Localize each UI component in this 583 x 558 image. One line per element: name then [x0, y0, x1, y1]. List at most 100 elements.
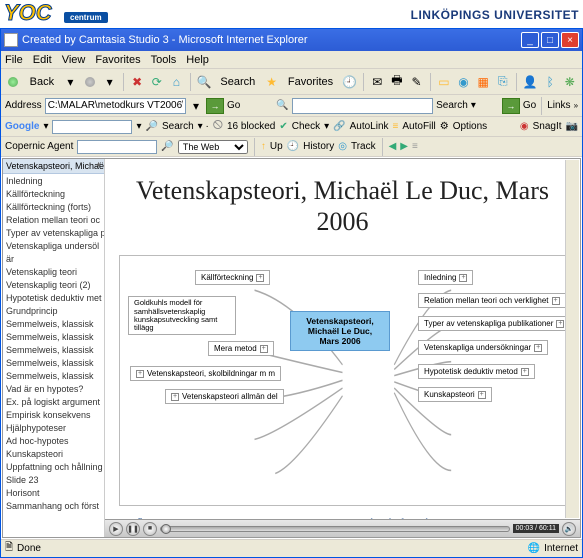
sidebar-item[interactable]: Grundprincip	[3, 304, 104, 317]
expand-icon[interactable]: +	[256, 274, 264, 282]
node-right-0[interactable]: Inledning+	[418, 270, 473, 285]
sidebar-item[interactable]: Vetenskaplig teori (2)	[3, 278, 104, 291]
close-button[interactable]: ×	[561, 32, 579, 48]
history-icon[interactable]: 🕘	[341, 72, 358, 92]
node-left-3[interactable]: +Vetenskapsteori, skolbildningar m m	[130, 366, 281, 381]
go-button-2[interactable]: →	[502, 98, 520, 114]
search-label[interactable]: Search	[215, 72, 260, 92]
node-right-4[interactable]: Hypotetisk deduktiv metod+	[418, 364, 535, 379]
node-right-1[interactable]: Relation mellan teori och verklighet+	[418, 293, 566, 308]
node-right-2[interactable]: Typer av vetenskapliga publikationer+	[418, 316, 570, 331]
sidebar-item[interactable]: Hjälphypoteser	[3, 421, 104, 434]
node-left-2[interactable]: Mera metod+	[208, 341, 274, 356]
volume-button[interactable]: 🔊	[562, 522, 576, 536]
sidebar-item[interactable]: Empirisk konsekvens	[3, 408, 104, 421]
sidebar-item[interactable]: Typer av vetenskapliga p	[3, 226, 104, 239]
node-right-3[interactable]: Vetenskapliga undersökningar+	[418, 340, 548, 355]
menu-file[interactable]: File	[5, 54, 23, 66]
google-autofill[interactable]: AutoFill	[402, 121, 435, 132]
expand-icon[interactable]: +	[136, 370, 144, 378]
google-check[interactable]: Check	[292, 121, 320, 132]
search-field-2[interactable]	[292, 98, 433, 114]
address-dropdown-icon[interactable]: ▾	[189, 96, 203, 116]
sync-icon[interactable]: ⎘	[494, 72, 511, 92]
sidebar-item[interactable]: är	[3, 252, 104, 265]
copernic-track[interactable]: Track	[351, 141, 376, 152]
search-label-2[interactable]: Search	[436, 100, 468, 111]
seek-thumb[interactable]	[161, 524, 171, 534]
copernic-input[interactable]	[77, 140, 157, 154]
expand-icon[interactable]: +	[534, 344, 542, 352]
expand-icon[interactable]: +	[459, 274, 467, 282]
expand-icon[interactable]: +	[556, 320, 564, 328]
google-blocked[interactable]: 16 blocked	[227, 121, 275, 132]
print-icon[interactable]: 🖶	[389, 72, 406, 92]
address-input[interactable]	[45, 98, 186, 114]
go-button[interactable]: →	[206, 98, 224, 114]
expand-icon[interactable]: +	[171, 393, 179, 401]
menu-edit[interactable]: Edit	[33, 54, 52, 66]
messenger-icon[interactable]: 👤	[522, 72, 539, 92]
back-button[interactable]	[5, 72, 22, 92]
google-search-btn[interactable]: Search	[162, 121, 194, 132]
node-left-0[interactable]: Källförteckning+	[195, 270, 270, 285]
sidebar-item[interactable]: Semmelweis, klassisk	[3, 356, 104, 369]
expand-icon[interactable]: +	[521, 368, 529, 376]
sidebar-item[interactable]: Relation mellan teori oc	[3, 213, 104, 226]
home-button[interactable]: ⌂	[168, 72, 185, 92]
msn-icon[interactable]: ◉	[455, 72, 472, 92]
sidebar-item[interactable]: Semmelweis, klassisk	[3, 317, 104, 330]
favorites-label[interactable]: Favorites	[283, 72, 338, 92]
pause-button[interactable]: ❚❚	[126, 522, 140, 536]
minimize-button[interactable]: _	[521, 32, 539, 48]
menu-tools[interactable]: Tools	[151, 54, 177, 66]
node-right-5[interactable]: Kunskapsteori+	[418, 387, 492, 402]
sidebar-item[interactable]: Sammanhang och först	[3, 499, 104, 512]
sidebar-item[interactable]: Källförteckning (forts)	[3, 200, 104, 213]
rss-icon[interactable]: ▦	[475, 72, 492, 92]
copernic-scope[interactable]: The Web	[178, 140, 248, 154]
expand-icon[interactable]: +	[478, 391, 486, 399]
expand-icon[interactable]: +	[260, 345, 268, 353]
sidebar-item[interactable]: Hypotetisk deduktiv met	[3, 291, 104, 304]
forward-button[interactable]	[82, 72, 99, 92]
stop-button[interactable]: ✖	[129, 72, 146, 92]
node-left-4[interactable]: +Vetenskapsteori allmän del	[165, 389, 284, 404]
sidebar-item[interactable]: Källförteckning	[3, 187, 104, 200]
snagit-label[interactable]: SnagIt	[533, 121, 562, 132]
stop-button-player[interactable]: ■	[143, 522, 157, 536]
extra-icon[interactable]: ❋	[562, 72, 579, 92]
sidebar-item[interactable]: Semmelweis, klassisk	[3, 330, 104, 343]
sidebar-item[interactable]: Vad är en hypotes?	[3, 382, 104, 395]
bluetooth-icon[interactable]: ᛒ	[542, 72, 559, 92]
sidebar-item[interactable]: Horisont	[3, 486, 104, 499]
refresh-button[interactable]: ⟳	[148, 72, 165, 92]
sidebar-item[interactable]: Vetenskapliga undersöl	[3, 239, 104, 252]
sidebar-item[interactable]: Inledning	[3, 174, 104, 187]
vertical-scrollbar[interactable]	[565, 160, 579, 518]
sidebar-item[interactable]: Vetenskaplig teori	[3, 265, 104, 278]
sidebar-item[interactable]: Ad hoc-hypotes	[3, 434, 104, 447]
mindmap-center-node[interactable]: Vetenskapsteori, Michaël Le Duc, Mars 20…	[290, 311, 390, 351]
sidebar-item[interactable]: Semmelweis, klassisk	[3, 343, 104, 356]
links-label[interactable]: Links	[547, 100, 570, 111]
back-dropdown-icon[interactable]: ▾	[62, 72, 79, 92]
sidebar-item[interactable]: Kunskapsteori	[3, 447, 104, 460]
menu-view[interactable]: View	[62, 54, 86, 66]
favorites-icon[interactable]: ★	[263, 72, 280, 92]
sidebar-item[interactable]: Slide 23	[3, 473, 104, 486]
back-label[interactable]: Back	[25, 72, 59, 92]
play-button[interactable]: ▶	[109, 522, 123, 536]
copernic-history[interactable]: History	[303, 141, 334, 152]
seek-slider[interactable]	[160, 526, 510, 532]
menu-favorites[interactable]: Favorites	[95, 54, 140, 66]
sidebar-header[interactable]: Vetenskapsteori, Michaël	[3, 159, 104, 174]
node-left-1[interactable]: Goldkuhls modell för samhällsvetenskapli…	[128, 296, 236, 335]
sidebar-item[interactable]: Semmelweis, klassisk	[3, 369, 104, 382]
discuss-icon[interactable]: ▭	[436, 72, 453, 92]
google-autolink[interactable]: AutoLink	[350, 121, 389, 132]
menu-help[interactable]: Help	[186, 54, 209, 66]
mail-icon[interactable]: ✉	[369, 72, 386, 92]
maximize-button[interactable]: □	[541, 32, 559, 48]
sidebar-item[interactable]: Ex. på logiskt argument	[3, 395, 104, 408]
